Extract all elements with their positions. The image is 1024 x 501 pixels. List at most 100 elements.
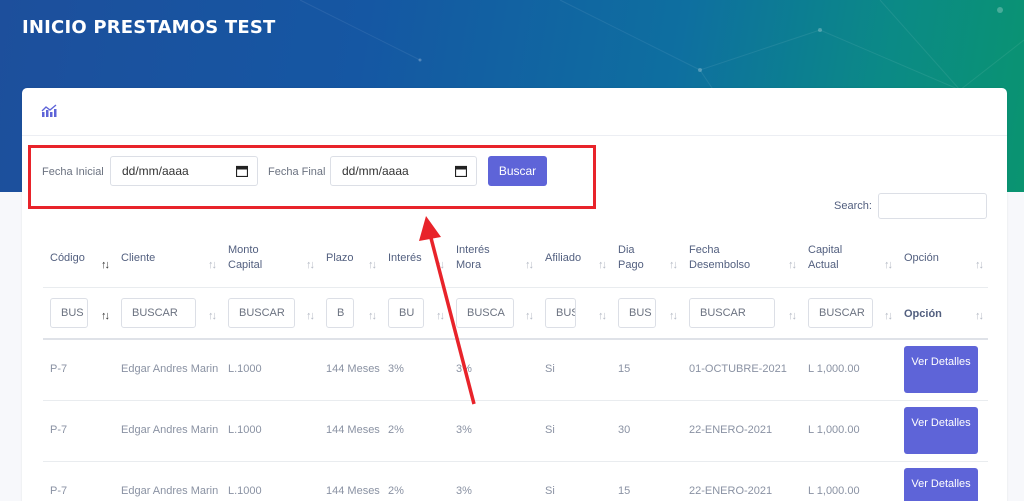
start-date-value: dd/mm/aaaa	[122, 164, 189, 178]
column-filter-cell: BUS ↑↓	[43, 287, 114, 340]
column-filter-input[interactable]: BUSCAR	[228, 297, 295, 328]
sort-icon[interactable]: ↑↓	[436, 258, 445, 273]
start-date-label: Fecha Inicial	[42, 166, 104, 178]
cell-plazo: 144 Meses	[319, 400, 381, 462]
calendar-icon[interactable]	[455, 165, 467, 177]
search-button[interactable]: Buscar	[488, 156, 547, 186]
cell-interes: 2%	[381, 461, 449, 501]
column-filter-input[interactable]: BUSCAR	[808, 297, 873, 328]
table-row: P-7 Edgar Andres Marin L.1000 144 Meses 3% 3%…	[43, 339, 988, 401]
cell-capital: L 1,000.00	[801, 339, 897, 401]
sort-icon[interactable]: ↑↓	[884, 310, 893, 322]
column-filter-input[interactable]: BU	[388, 297, 424, 328]
cell-afiliado: Si	[538, 461, 611, 501]
table-row: P-7 Edgar Andres Marin L.1000 144 Meses 2% 3%…	[43, 400, 988, 462]
column-filter-cell: B ↑↓	[319, 287, 381, 340]
cell-monto: L.1000	[221, 400, 319, 462]
sort-icon[interactable]: ↑↓	[788, 310, 797, 322]
cell-capital: L 1,000.00	[801, 461, 897, 501]
cell-cliente: Edgar Andres Marin	[114, 339, 221, 401]
column-filter-cell: BUSCAR ↑↓	[682, 287, 801, 340]
column-filter-input[interactable]: B	[326, 297, 354, 328]
view-details-button[interactable]: Ver Detalles	[904, 346, 978, 394]
sort-icon[interactable]: ↑↓	[788, 258, 797, 273]
card-header	[22, 88, 1007, 136]
sort-icon[interactable]: ↑↓	[884, 258, 893, 273]
sort-icon[interactable]: ↑↓	[101, 310, 110, 322]
column-header-label: Opción	[904, 251, 939, 264]
column-filter-input[interactable]: BUSCAR	[689, 297, 775, 328]
sort-icon[interactable]: ↑↓	[975, 258, 984, 273]
sort-icon[interactable]: ↑↓	[208, 310, 217, 322]
table-row: P-7 Edgar Andres Marin L.1000 144 Meses 2% 3%…	[43, 461, 988, 501]
cell-fecha: 22-ENERO-2021	[682, 461, 801, 501]
column-header-label: Interés	[456, 244, 490, 257]
sort-icon[interactable]: ↑↓	[436, 310, 445, 322]
sort-icon[interactable]: ↑↓	[525, 258, 534, 273]
cell-mora: 3%	[449, 461, 538, 501]
column-header[interactable]: Código ↑↓	[43, 230, 114, 288]
sort-icon[interactable]: ↑↓	[975, 310, 984, 322]
view-details-button[interactable]: Ver Detalles	[904, 468, 978, 501]
cell-dia: 15	[611, 339, 682, 401]
column-header[interactable]: Afiliado ↑↓	[538, 230, 611, 288]
column-header-label: Afiliado	[545, 251, 582, 264]
column-header[interactable]: Dia Pago ↑↓	[611, 230, 682, 288]
cell-dia: 15	[611, 461, 682, 501]
column-header[interactable]: Monto Capital ↑↓	[221, 230, 319, 288]
table-search-input[interactable]	[878, 193, 987, 219]
column-filter-cell: BUSCAR ↑↓	[801, 287, 897, 340]
column-filter-cell: BUSCA ↑↓	[449, 287, 538, 340]
sort-icon[interactable]: ↑↓	[598, 258, 607, 273]
column-header-label-line2: Capital	[228, 259, 263, 272]
cell-mora: 3%	[449, 339, 538, 401]
cell-cliente: Edgar Andres Marin	[114, 461, 221, 501]
sort-icon[interactable]: ↑↓	[306, 258, 315, 273]
column-filter-cell: Opción ↑↓	[897, 287, 988, 340]
column-filter-cell: BUSCAR ↑↓	[221, 287, 319, 340]
sort-icon[interactable]: ↑↓	[598, 310, 607, 322]
cell-codigo: P-7	[43, 461, 114, 501]
sort-icon[interactable]: ↑↓	[669, 258, 678, 273]
column-filter-input[interactable]: BUS	[545, 297, 576, 328]
cell-monto: L.1000	[221, 461, 319, 501]
start-date-input[interactable]: dd/mm/aaaa	[110, 156, 258, 186]
column-header[interactable]: Cliente ↑↓	[114, 230, 221, 288]
header-row: Código ↑↓ Cliente ↑↓ Monto Capital ↑↓ Plazo ↑↓ In…	[43, 230, 988, 288]
column-filter-input[interactable]: BUS	[50, 297, 88, 328]
cell-codigo: P-7	[43, 339, 114, 401]
sort-icon[interactable]: ↑↓	[669, 310, 678, 322]
column-filter-input[interactable]: BUSCAR	[121, 297, 196, 328]
column-filter-input[interactable]: BUS	[618, 297, 656, 328]
sort-icon[interactable]: ↑↓	[525, 310, 534, 322]
view-details-button[interactable]: Ver Detalles	[904, 407, 978, 454]
cell-mora: 3%	[449, 400, 538, 462]
sort-icon[interactable]: ↑↓	[368, 310, 377, 322]
column-header-label: Plazo	[326, 251, 354, 264]
column-header[interactable]: Plazo ↑↓	[319, 230, 381, 288]
column-header[interactable]: Interés Mora ↑↓	[449, 230, 538, 288]
column-filter-input[interactable]: BUSCA	[456, 297, 514, 328]
column-header[interactable]: Capital Actual ↑↓	[801, 230, 897, 288]
column-header[interactable]: Opción ↑↓	[897, 230, 988, 288]
column-header[interactable]: Fecha Desembolso ↑↓	[682, 230, 801, 288]
column-header-label-line2: Pago	[618, 259, 644, 272]
loans-table: Código ↑↓ Cliente ↑↓ Monto Capital ↑↓ Plazo ↑↓ In…	[43, 230, 988, 501]
column-header-label: Interés	[388, 251, 422, 264]
end-date-label: Fecha Final	[268, 166, 326, 178]
column-header-label-line2: Actual	[808, 259, 839, 272]
column-filter-cell: BUSCAR ↑↓	[114, 287, 221, 340]
cell-capital: L 1,000.00	[801, 400, 897, 462]
end-date-value: dd/mm/aaaa	[342, 164, 409, 178]
sort-icon[interactable]: ↑↓	[101, 258, 110, 273]
column-header-label: Dia	[618, 244, 635, 257]
column-filter-cell: BUS ↑↓	[538, 287, 611, 340]
sort-icon[interactable]: ↑↓	[208, 258, 217, 273]
column-header[interactable]: Interés ↑↓	[381, 230, 449, 288]
sort-icon[interactable]: ↑↓	[368, 258, 377, 273]
calendar-icon[interactable]	[236, 165, 248, 177]
sort-icon[interactable]: ↑↓	[306, 310, 315, 322]
cell-dia: 30	[611, 400, 682, 462]
cell-opcion: Ver Detalles	[897, 339, 988, 401]
end-date-input[interactable]: dd/mm/aaaa	[330, 156, 477, 186]
